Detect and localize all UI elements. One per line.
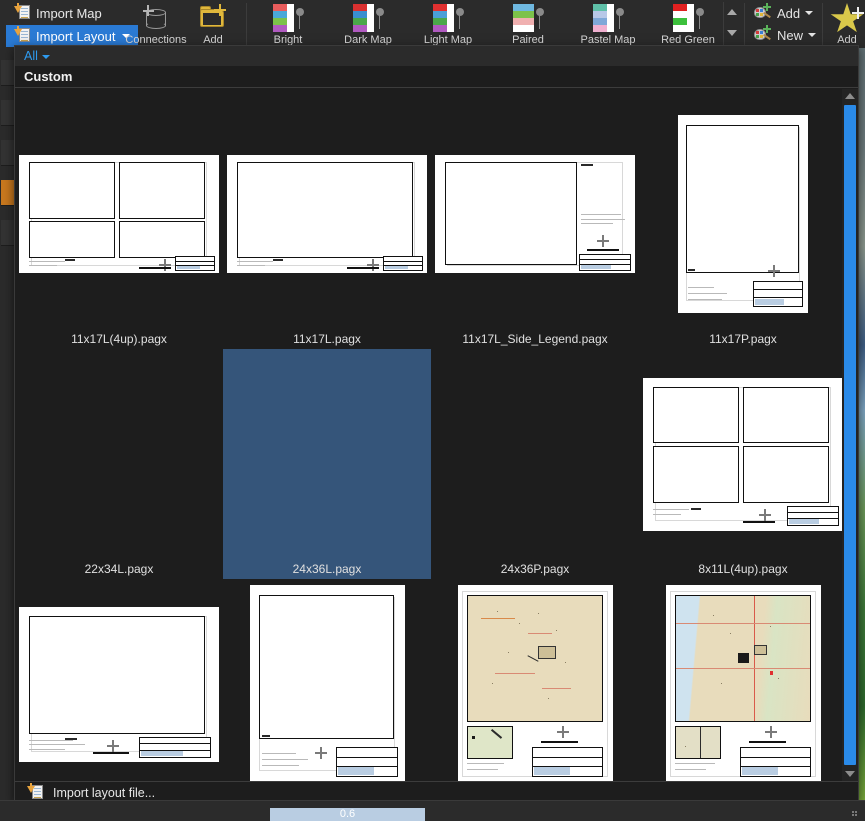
palette-icon — [513, 4, 544, 32]
layout-item-label: 22x34L.pagx — [84, 562, 154, 576]
gallery-layout-item[interactable]: 8x11L(4up).pagx — [639, 349, 842, 579]
layout-thumbnail — [19, 155, 219, 273]
palette-icon — [273, 4, 304, 32]
resize-grip-icon[interactable] — [852, 808, 860, 816]
layout-thumbnail — [643, 377, 842, 531]
new-symbol-icon — [754, 25, 772, 43]
gallery-item-pastel-map[interactable]: Pastel Map — [572, 0, 644, 48]
folder-add-icon — [198, 4, 228, 30]
import-layout-icon — [14, 26, 30, 44]
import-layout-button[interactable]: Import Layout — [6, 25, 138, 47]
app-root: Import Map Import Layout Connections Add… — [0, 0, 865, 821]
layout-item-label: 8x11L(4up).pagx — [698, 562, 788, 576]
palette-icon — [433, 4, 464, 32]
layout-item-label: 11x17L.pagx — [293, 332, 361, 346]
gallery-group-header: Custom — [15, 66, 858, 88]
layout-item-label: 11x17L(4up).pagx — [71, 332, 167, 346]
chevron-down-icon — [808, 33, 817, 37]
gallery-group-label: Custom — [24, 69, 73, 84]
gallery-layout-item[interactable]: 11x17P.pagx — [639, 99, 842, 349]
gallery-scroll-buttons[interactable] — [723, 2, 740, 46]
palette-icon — [353, 4, 384, 32]
scale-value-badge[interactable]: 0.6 — [270, 808, 425, 821]
add-symbol-label: Add — [777, 5, 801, 21]
new-symbol-button[interactable]: New — [754, 25, 817, 43]
layout-gallery-dropdown: All Custom 11x17L(4up).pagx 11x17L.pagx … — [14, 45, 859, 803]
layout-thumbnail — [249, 585, 405, 781]
gallery-layout-item[interactable]: VicinityMap.pagx — [639, 579, 842, 781]
gallery-item-paired[interactable]: Paired — [492, 0, 564, 48]
gallery-item-bright[interactable]: Bright — [252, 0, 324, 48]
import-layout-label: Import Layout — [36, 28, 116, 44]
gallery-body: 11x17L(4up).pagx 11x17L.pagx 11x17L_Side… — [15, 89, 842, 781]
scrollbar-thumb[interactable] — [844, 105, 856, 765]
gallery-layout-item[interactable]: 11x17L(4up).pagx — [15, 99, 223, 349]
import-layout-file-label: Import layout file... — [53, 785, 156, 800]
layout-thumbnail — [665, 585, 821, 781]
layout-item-label: 11x17P.pagx — [709, 332, 777, 346]
add-to-favorites-button[interactable]: Add — [828, 0, 865, 48]
import-map-icon — [14, 3, 30, 21]
ribbon-separator-2 — [744, 3, 745, 45]
layout-thumbnail — [435, 155, 635, 273]
gallery-layout-item[interactable]: 11x17L_Side_Legend.pagx — [431, 99, 639, 349]
gallery-layout-item[interactable]: 22x34L.pagx — [15, 349, 223, 579]
layout-item-label: 11x17L_Side_Legend.pagx — [462, 332, 608, 346]
gallery-item-red-green[interactable]: Red Green — [652, 0, 724, 48]
chevron-down-icon — [805, 11, 814, 15]
add-symbol-icon — [754, 3, 772, 21]
scroll-up-icon[interactable] — [727, 9, 737, 15]
gallery-layout-item[interactable]: 8x11P.pagx — [223, 579, 431, 781]
connections-button[interactable]: Connections — [125, 0, 187, 48]
gallery-item-light-map[interactable]: Light Map — [412, 0, 484, 48]
import-map-button[interactable]: Import Map — [6, 2, 110, 24]
gallery-layout-item[interactable]: 24x36P.pagx — [431, 349, 639, 579]
scroll-down-icon — [845, 771, 855, 777]
chevron-down-icon[interactable] — [41, 55, 50, 59]
palette-icon — [593, 4, 624, 32]
gallery-grid: 11x17L(4up).pagx 11x17L.pagx 11x17L_Side… — [15, 89, 842, 781]
scroll-down-icon[interactable] — [727, 30, 737, 36]
palette-icon — [673, 4, 704, 32]
import-layout-file-icon — [27, 782, 43, 801]
layout-item-label: 24x36L.pagx — [292, 562, 362, 576]
ribbon-bar: Import Map Import Layout Connections Add… — [0, 0, 865, 48]
database-add-icon — [142, 4, 170, 30]
gallery-scrollbar[interactable] — [842, 89, 858, 781]
scrollbar-up-button[interactable] — [842, 89, 858, 103]
add-symbol-button[interactable]: Add — [754, 3, 814, 21]
ribbon-separator-1 — [246, 3, 247, 45]
gallery-layout-item[interactable]: Jan 1 09 template_F1 — [431, 579, 639, 781]
gallery-layout-item[interactable]: 11x17L.pagx — [223, 99, 431, 349]
new-symbol-label: New — [777, 27, 804, 43]
ribbon-separator-3 — [822, 3, 823, 45]
scroll-up-icon — [845, 93, 855, 99]
gallery-filter-bar[interactable]: All — [15, 46, 858, 66]
status-bar — [0, 800, 865, 821]
layout-thumbnail — [227, 155, 427, 273]
layout-thumbnail — [457, 585, 613, 781]
gallery-filter-label: All — [24, 49, 38, 63]
import-map-label: Import Map — [36, 5, 102, 21]
layout-thumbnail — [678, 115, 808, 313]
layout-thumbnail — [19, 606, 219, 762]
gallery-layout-item[interactable]: 8x11L.pagx — [15, 579, 223, 781]
scrollbar-down-button[interactable] — [842, 767, 858, 781]
layout-item-label: 24x36P.pagx — [500, 562, 570, 576]
gallery-layout-item-selected[interactable]: 24x36L.pagx — [223, 349, 431, 579]
add-folder-button[interactable]: Add — [186, 0, 240, 48]
gallery-item-dark-map[interactable]: Dark Map — [332, 0, 404, 48]
